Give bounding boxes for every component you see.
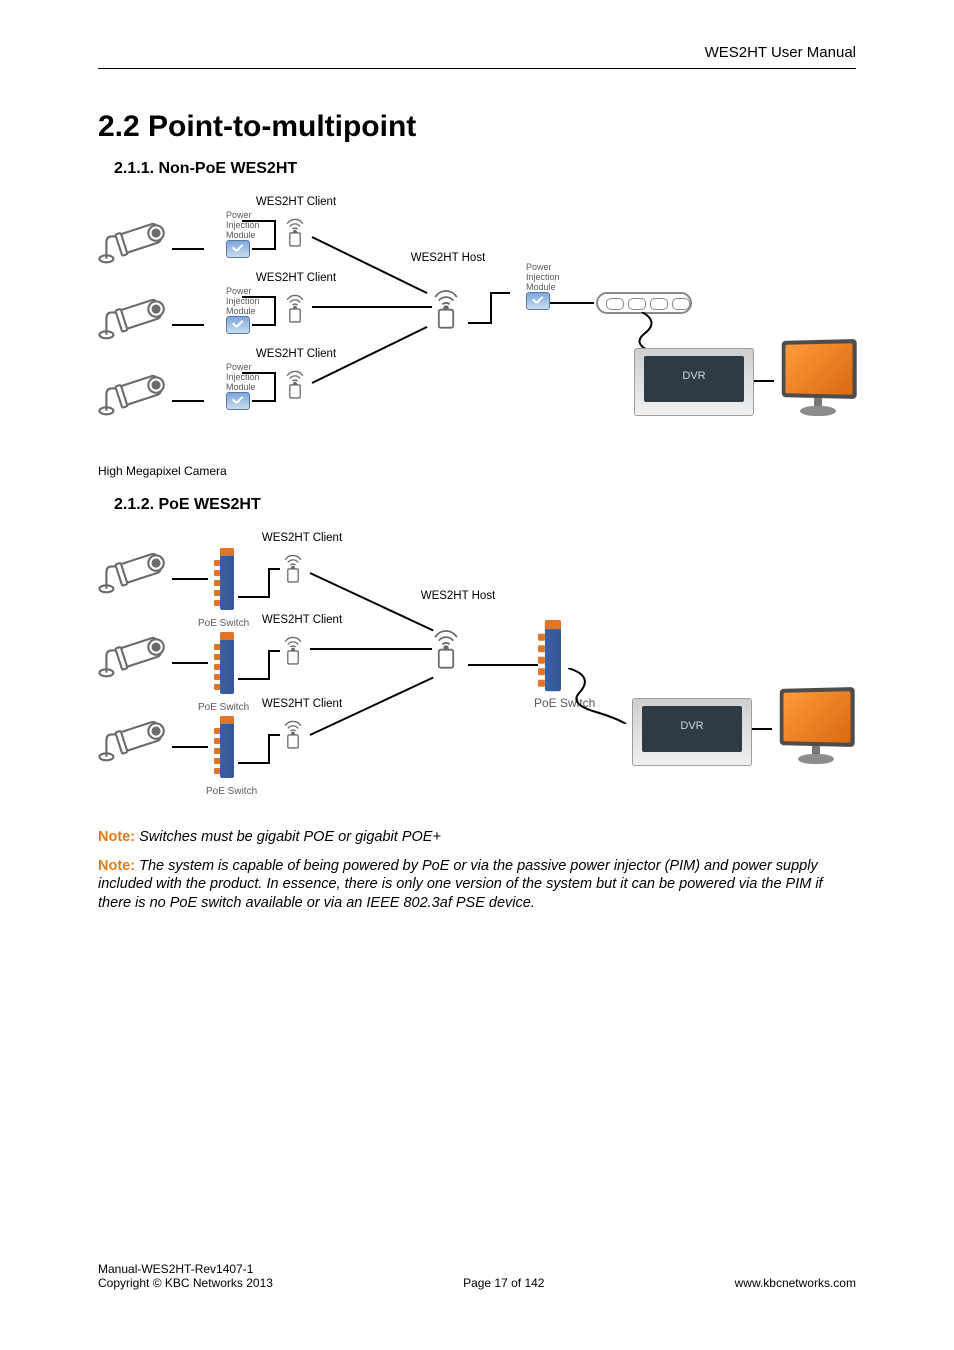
page-header: WES2HT User Manual bbox=[705, 44, 856, 61]
poe-switch-label: PoE Switch bbox=[198, 702, 249, 713]
dvr-label: DVR bbox=[642, 706, 742, 752]
note-label: Note: bbox=[98, 858, 135, 874]
connector-line bbox=[252, 324, 276, 326]
connector-line bbox=[172, 746, 208, 748]
poe-switch-label: PoE Switch bbox=[206, 786, 257, 797]
antenna-icon bbox=[280, 550, 306, 584]
pim-label: Power Injection Module bbox=[226, 286, 260, 316]
connector-line bbox=[268, 734, 280, 736]
connector-line bbox=[172, 400, 204, 402]
camera-icon bbox=[98, 550, 168, 594]
connector-cable bbox=[568, 668, 628, 724]
connector-line bbox=[268, 568, 280, 570]
footer-pagination: Page 17 of 142 bbox=[463, 1276, 544, 1290]
footer-copyright: Copyright © KBC Networks 2013 bbox=[98, 1276, 273, 1290]
connector-line bbox=[172, 662, 208, 664]
connector-line bbox=[274, 372, 276, 402]
connector-line bbox=[752, 728, 772, 730]
note-label: Note: bbox=[98, 829, 135, 845]
page-footer: Manual-WES2HT-Rev1407-1 Copyright © KBC … bbox=[98, 1262, 856, 1290]
connector-line bbox=[550, 302, 594, 304]
poe-switch bbox=[538, 620, 563, 691]
page: WES2HT User Manual 2.2 Point-to-multipoi… bbox=[0, 0, 954, 1350]
antenna-icon bbox=[280, 632, 306, 666]
connector-line bbox=[274, 296, 276, 326]
connector-line bbox=[468, 664, 538, 666]
diagram-caption: High Megapixel Camera bbox=[98, 464, 856, 478]
camera-icon bbox=[98, 718, 168, 762]
subsection-heading-a: 2.1.1. Non-PoE WES2HT bbox=[114, 160, 856, 178]
connector-line bbox=[268, 568, 270, 598]
monitor-icon bbox=[776, 340, 862, 418]
poe-switch bbox=[214, 632, 236, 694]
ethernet-switch bbox=[596, 292, 692, 314]
dvr-label: DVR bbox=[644, 356, 744, 402]
monitor-icon bbox=[774, 688, 860, 766]
antenna-icon bbox=[428, 284, 464, 330]
connector-line bbox=[468, 322, 492, 324]
footer-url: www.kbcnetworks.com bbox=[735, 1276, 856, 1290]
wireless-link bbox=[310, 648, 432, 650]
connector-line bbox=[172, 248, 204, 250]
client-label: WES2HT Client bbox=[256, 196, 336, 208]
client-label: WES2HT Client bbox=[262, 614, 342, 626]
poe-switch-label: PoE Switch bbox=[198, 618, 249, 629]
host-label: WES2HT Host bbox=[411, 252, 486, 264]
antenna-icon bbox=[282, 214, 308, 248]
client-label: WES2HT Client bbox=[262, 698, 342, 710]
camera-icon bbox=[98, 296, 168, 340]
camera-icon bbox=[98, 372, 168, 416]
pim-label: Power Injection Module bbox=[226, 362, 260, 392]
note-text: The system is capable of being powered b… bbox=[98, 858, 823, 911]
antenna-icon bbox=[282, 290, 308, 324]
connector-line bbox=[238, 762, 268, 764]
poe-switch bbox=[214, 716, 236, 778]
connector-line bbox=[238, 678, 268, 680]
connector-line bbox=[268, 650, 280, 652]
client-label: WES2HT Client bbox=[256, 348, 336, 360]
connector-line bbox=[274, 220, 276, 250]
connector-line bbox=[172, 324, 204, 326]
note-paragraph-1: Note: Switches must be gigabit POE or gi… bbox=[98, 828, 856, 847]
diagram-poe: WES2HT Client PoE Switch WES2HT Client bbox=[98, 528, 856, 818]
subsection-heading-b: 2.1.2. PoE WES2HT bbox=[114, 496, 856, 514]
content-area: 2.2 Point-to-multipoint 2.1.1. Non-PoE W… bbox=[98, 110, 856, 918]
poe-switch bbox=[214, 548, 236, 610]
connector-line bbox=[172, 578, 208, 580]
client-label: WES2HT Client bbox=[256, 272, 336, 284]
note-paragraph-2: Note: The system is capable of being pow… bbox=[98, 857, 856, 913]
connector-line bbox=[242, 220, 276, 222]
header-rule bbox=[98, 68, 856, 69]
connector-line bbox=[268, 734, 270, 764]
connector-line bbox=[490, 292, 510, 294]
camera-icon bbox=[98, 220, 168, 264]
connector-line bbox=[252, 400, 276, 402]
connector-line bbox=[754, 380, 774, 382]
dvr-device: DVR bbox=[632, 692, 752, 766]
antenna-icon bbox=[280, 716, 306, 750]
antenna-icon bbox=[282, 366, 308, 400]
camera-icon bbox=[98, 634, 168, 678]
footer-left: Manual-WES2HT-Rev1407-1 Copyright © KBC … bbox=[98, 1262, 273, 1290]
connector-line bbox=[268, 650, 270, 680]
wireless-link bbox=[312, 306, 432, 308]
host-label: WES2HT Host bbox=[421, 590, 496, 602]
connector-line bbox=[252, 248, 276, 250]
pim-label: Power Injection Module bbox=[226, 210, 260, 240]
wireless-link bbox=[312, 236, 428, 294]
section-heading: 2.2 Point-to-multipoint bbox=[98, 110, 856, 144]
connector-line bbox=[242, 372, 276, 374]
connector-line bbox=[242, 296, 276, 298]
pim-label: Power Injection Module bbox=[526, 262, 560, 292]
connector-line bbox=[490, 292, 492, 324]
diagram-non-poe: Power Injection Module WES2HT Client Pow… bbox=[98, 192, 856, 460]
connector-line bbox=[238, 596, 268, 598]
dvr-device: DVR bbox=[634, 342, 754, 416]
footer-manual-rev: Manual-WES2HT-Rev1407-1 bbox=[98, 1262, 253, 1276]
antenna-icon bbox=[428, 624, 464, 670]
client-label: WES2HT Client bbox=[262, 532, 342, 544]
note-text: Switches must be gigabit POE or gigabit … bbox=[139, 829, 441, 845]
